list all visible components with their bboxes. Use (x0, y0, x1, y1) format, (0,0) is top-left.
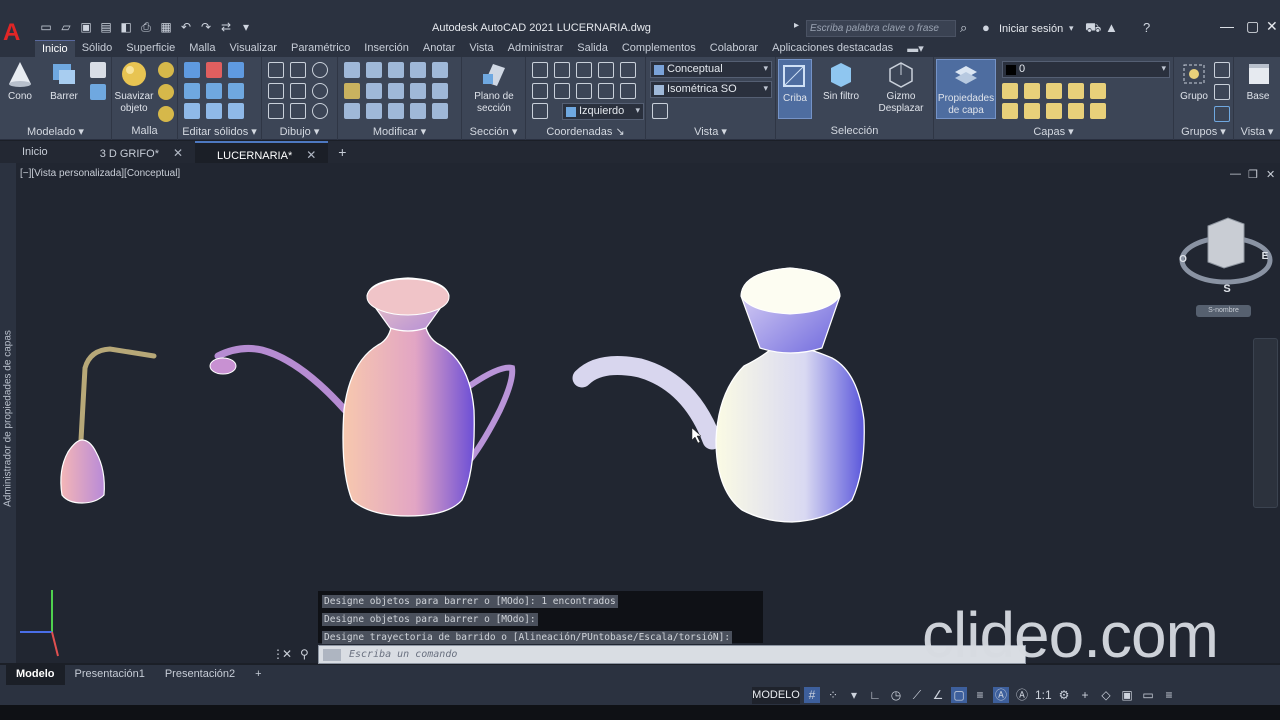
spout-model[interactable] (209, 345, 349, 414)
lineweight-icon[interactable]: ≡ (972, 687, 988, 703)
polar-icon[interactable]: ◷ (888, 687, 904, 703)
layout-tab-presentacion2[interactable]: Presentación2 (155, 665, 245, 685)
customize-status-icon[interactable]: ≡ (1161, 687, 1177, 703)
pink-oil-can-model[interactable] (342, 277, 516, 517)
pink-funnel-mouth (366, 278, 450, 316)
wcs-menu-button[interactable]: S-nombre (1196, 305, 1251, 317)
units-icon[interactable]: ◇ (1098, 687, 1114, 703)
command-input[interactable]: Escriba un comando (318, 645, 1026, 664)
command-placeholder: Escriba un comando (349, 649, 458, 660)
ucs-axis-icon (20, 590, 59, 657)
status-bar: MODELO # ⁘ ▾ ∟ ◷ ⟋ ∠ ▢ ≡ Ⓐ Ⓐ 1:1 ⚙ + ◇ ▣… (0, 685, 1280, 705)
grid-icon[interactable]: # (804, 687, 820, 703)
white-can-body (715, 349, 865, 523)
viewcube-east-label: E (1262, 251, 1269, 262)
navigation-bar[interactable] (1253, 338, 1278, 508)
add-layout-button[interactable]: + (245, 665, 271, 685)
object-snap-icon[interactable]: ▢ (951, 687, 967, 703)
command-customize-icon[interactable]: ⚲ (300, 647, 309, 661)
autocad-window: A ▭ ▱ ▣ ▤ ◧ ⎙ ▦ ↶ ↷ ⇄ ▾ Autodesk AutoCAD… (0, 0, 1280, 720)
annotation-scale-value[interactable]: 1:1 (1035, 687, 1052, 703)
viewcube-west-label: O (1179, 254, 1187, 265)
spout-tube (214, 345, 349, 414)
clean-screen-icon[interactable]: ▭ (1140, 687, 1156, 703)
ucs-x-axis (51, 631, 59, 657)
command-history-line: Designe objetos para barrer o [MOdo]: 1 … (322, 595, 618, 608)
watermark-logo: clideo.com (922, 599, 1219, 671)
white-funnel-mouth (740, 267, 841, 315)
annotation-monitor-icon[interactable]: + (1077, 687, 1093, 703)
annotation-scale-icon[interactable]: Ⓐ (1014, 687, 1030, 703)
layout-tab-modelo[interactable]: Modelo (6, 665, 65, 685)
ortho-icon[interactable]: ∟ (867, 687, 883, 703)
small-lamp-model[interactable] (60, 346, 157, 504)
viewcube-cube (1207, 217, 1245, 269)
workspace-gear-icon[interactable]: ⚙ (1056, 687, 1072, 703)
command-close-icon[interactable]: ✕ (282, 647, 292, 661)
annotation-visibility-icon[interactable]: Ⓐ (993, 687, 1009, 703)
model-space-button[interactable]: MODELO (752, 687, 800, 704)
status-toggles: # ⁘ ▾ ∟ ◷ ⟋ ∠ ▢ ≡ Ⓐ Ⓐ 1:1 ⚙ + ◇ ▣ ▭ ≡ (804, 687, 1177, 703)
command-history-line: Designe objetos para barrer o [MOdo]: (322, 613, 538, 626)
command-prompt-icon[interactable] (323, 649, 341, 661)
command-history: Designe objetos para barrer o [MOdo]: 1 … (318, 591, 763, 644)
pink-can-body (342, 317, 475, 517)
layout-tab-presentacion1[interactable]: Presentación1 (65, 665, 155, 685)
taskbar-strip (0, 705, 1280, 720)
spout-tip (209, 357, 237, 375)
viewcube-south-label: S (1223, 283, 1230, 295)
snap-icon[interactable]: ⁘ (825, 687, 841, 703)
hardware-accel-icon[interactable]: ▣ (1119, 687, 1135, 703)
white-oil-can-model[interactable] (572, 267, 865, 523)
lamp-wick-tube (78, 346, 157, 443)
command-history-line: Designe trayectoria de barrido o [Alinea… (322, 631, 733, 644)
snap-dropdown-icon[interactable]: ▾ (846, 687, 862, 703)
lamp-base (60, 439, 105, 504)
viewcube[interactable]: S E O (1179, 217, 1273, 295)
layout-tabs: Modelo Presentación1 Presentación2 + (0, 665, 1280, 685)
object-snap-track-icon[interactable]: ∠ (930, 687, 946, 703)
isodraft-icon[interactable]: ⟋ (909, 687, 925, 703)
